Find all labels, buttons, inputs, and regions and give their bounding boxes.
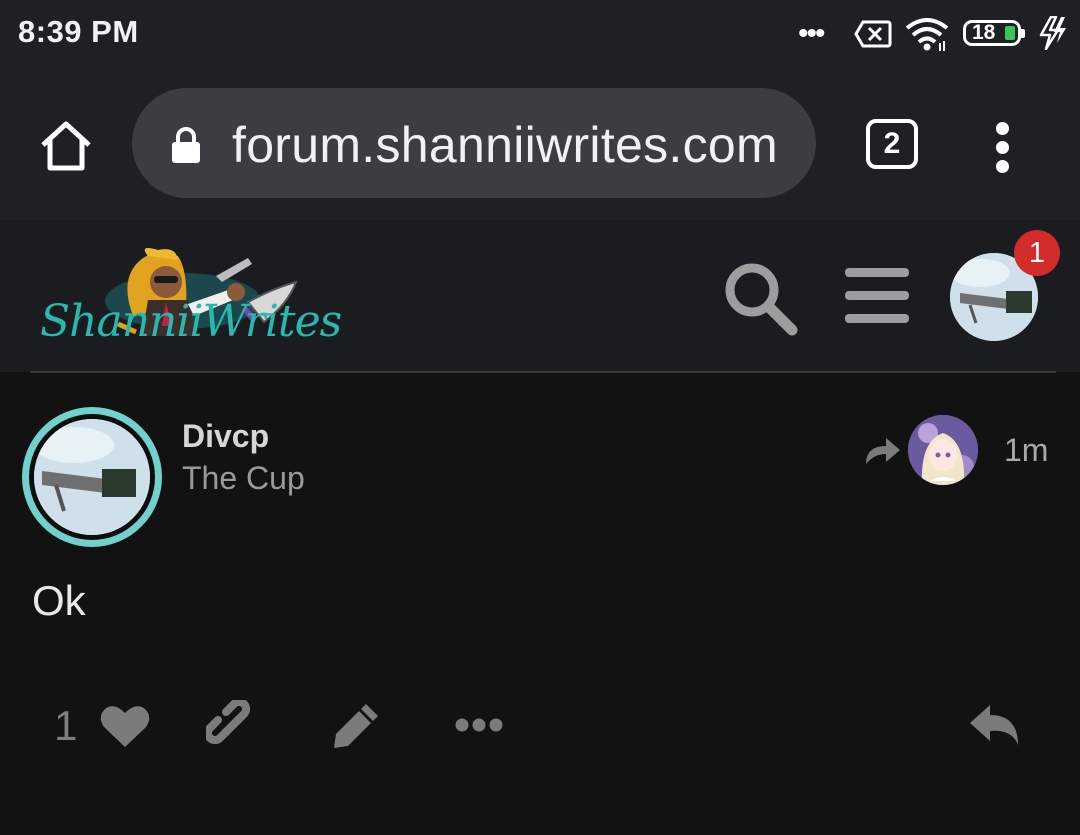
post-timestamp[interactable]: 1m: [1004, 432, 1048, 469]
tab-switcher-button[interactable]: 2: [866, 119, 918, 169]
post-author-avatar[interactable]: [29, 414, 155, 540]
no-sim-icon: [854, 20, 892, 48]
home-icon[interactable]: [38, 120, 94, 172]
status-clock: 8:39 PM: [18, 14, 139, 49]
reply-to-arrow-icon: [866, 438, 900, 464]
like-heart-icon[interactable]: [99, 703, 151, 749]
more-actions-icon[interactable]: [455, 715, 503, 735]
header-divider: [30, 371, 1056, 373]
like-count[interactable]: 1: [54, 702, 77, 750]
address-bar[interactable]: forum.shanniiwrites.com: [132, 88, 816, 198]
browser-menu-icon[interactable]: [990, 122, 1016, 173]
url-text[interactable]: forum.shanniiwrites.com: [232, 116, 778, 174]
search-icon[interactable]: [722, 260, 800, 338]
site-logo[interactable]: ShanniiWrites: [38, 246, 342, 350]
link-icon[interactable]: [206, 700, 258, 752]
battery-icon: 18: [963, 20, 1025, 46]
hamburger-menu-icon[interactable]: [845, 268, 909, 324]
status-bar: 8:39 PM ••• 18: [0, 0, 1080, 70]
status-icons: ••• 18: [780, 0, 1080, 70]
browser-toolbar: forum.shanniiwrites.com 2: [0, 70, 1080, 220]
more-dots-icon: •••: [798, 17, 825, 50]
post-body: Ok: [32, 577, 86, 624]
logo-text: ShanniiWrites: [40, 296, 342, 347]
reply-to-user-avatar[interactable]: [908, 415, 978, 485]
site-header: ShanniiWrites: [0, 220, 1080, 372]
charging-bolt-icon: [1039, 16, 1066, 50]
post-user-title: The Cup: [182, 460, 305, 496]
wifi-icon: [905, 18, 949, 51]
edit-pencil-icon[interactable]: [330, 700, 382, 752]
tab-count: 2: [883, 127, 901, 160]
lock-icon: [172, 127, 200, 163]
reply-icon[interactable]: [968, 703, 1020, 749]
battery-level: 18: [972, 21, 996, 44]
post-username[interactable]: Divcp: [182, 418, 269, 455]
notification-badge[interactable]: 1: [1014, 230, 1060, 276]
